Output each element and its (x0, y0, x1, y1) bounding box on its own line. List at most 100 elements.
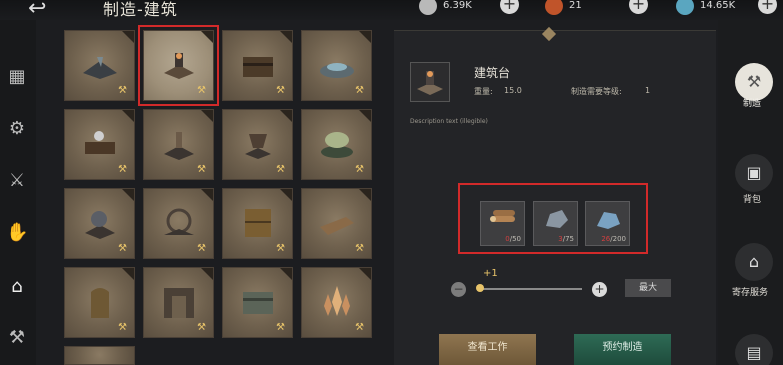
hammer-icon: ⚒ (746, 72, 762, 91)
cannon-icon (85, 211, 115, 239)
ore-icon (597, 212, 620, 229)
crate-icon (245, 209, 271, 237)
level-value: 1 (645, 86, 651, 95)
clipboard-icon: ▤ (746, 343, 762, 362)
hammer-icon: ⚒ (355, 322, 364, 333)
grid-icon[interactable]: ▦ (6, 66, 28, 88)
grid-item[interactable]: ⚒ (222, 188, 293, 259)
storage-icon: ⌂ (748, 252, 760, 271)
door-icon (91, 288, 109, 318)
corner-mark (201, 268, 213, 280)
hand-icon[interactable]: ✋ (6, 222, 28, 244)
material-count: 3/75 (558, 235, 574, 243)
grid-item[interactable]: ⚒ (222, 30, 293, 101)
gate-icon (164, 288, 194, 318)
back-arrow-icon[interactable]: ↩ (28, 0, 46, 21)
stand-icon (245, 134, 271, 159)
grid-item-partial[interactable] (64, 346, 135, 365)
grid-item[interactable]: ⚒ (222, 109, 293, 180)
corner-mark (359, 110, 371, 122)
crafting-icon[interactable]: ⚙ (6, 118, 28, 140)
hammer-icon: ⚒ (118, 85, 127, 96)
tool-icon[interactable]: ⚒ (6, 327, 28, 349)
grid-item[interactable]: ⚒ (143, 109, 214, 180)
corner-mark (122, 31, 134, 43)
stone-icon (546, 210, 568, 228)
flame-token-icon (545, 0, 563, 15)
hammer-icon: ⚒ (276, 85, 285, 96)
grid-item-selected[interactable]: ⚒ (138, 25, 219, 106)
plank-icon (320, 217, 354, 235)
menu-backpack[interactable]: ▣ (735, 154, 773, 192)
hammer-icon: ⚒ (355, 243, 364, 254)
quantity-slider[interactable] (478, 288, 582, 290)
resource-silver-value: 6.39K (443, 0, 472, 11)
hammer-icon: ⚒ (276, 322, 285, 333)
hammer-icon: ⚒ (355, 164, 364, 175)
hammer-icon: ⚒ (118, 322, 127, 333)
resource-flame: 21 + (545, 0, 648, 16)
decrease-button[interactable]: − (451, 282, 466, 297)
building-table-icon (164, 53, 194, 79)
resource-crystal-value: 14.65K (700, 0, 736, 11)
hammer-icon: ⚒ (118, 164, 127, 175)
panel-ornament (541, 26, 557, 42)
hammer-icon: ⚒ (276, 164, 285, 175)
corner-mark (280, 268, 292, 280)
grid-item[interactable]: ⚒ (64, 109, 135, 180)
weight-value: 15.0 (504, 86, 522, 95)
hammer-icon: ⚒ (118, 243, 127, 254)
corner-mark (201, 110, 213, 122)
corner-mark (359, 189, 371, 201)
corner-mark (122, 189, 134, 201)
weapon-icon[interactable]: ⚔ (6, 170, 28, 192)
menu-clipboard[interactable]: ▤ (735, 334, 773, 365)
corner-mark (122, 110, 134, 122)
corner-mark (280, 189, 292, 201)
view-work-button[interactable]: 查看工作 (439, 334, 536, 365)
menu-storage[interactable]: ⌂ (735, 243, 773, 281)
grid-item[interactable]: ⚒ (222, 267, 293, 338)
reserve-craft-button[interactable]: 预约制造 (574, 334, 671, 365)
max-button[interactable]: 最大 (625, 279, 671, 297)
building-table-icon (417, 71, 443, 95)
material-slot[interactable]: 0/50 (480, 201, 525, 246)
corner-mark (280, 110, 292, 122)
menu-craft-label: 制造 (743, 99, 762, 109)
material-slot[interactable]: 26/200 (585, 201, 630, 246)
crystal-cluster-icon (324, 286, 350, 316)
resource-crystal: 14.65K + (676, 0, 777, 16)
hammer-icon: ⚒ (197, 322, 206, 333)
hammer-icon: ⚒ (355, 85, 364, 96)
item-description: Description text (illegible) (410, 118, 488, 125)
grid-item[interactable]: ⚒ (143, 188, 214, 259)
selected-item-icon (410, 62, 450, 102)
hammer-icon: ⚒ (197, 164, 206, 175)
increase-button[interactable]: + (592, 282, 607, 297)
hammer-icon: ⚒ (276, 243, 285, 254)
left-sidebar: ▦ ⚙ ⚔ ✋ ⌂ ⚒ (0, 20, 36, 365)
grid-item[interactable]: ⚒ (64, 267, 135, 338)
grid-item[interactable]: ⚒ (301, 30, 372, 101)
page-title: 制造-建筑 (103, 0, 178, 19)
crystal-icon (676, 0, 694, 15)
corner-mark (122, 268, 134, 280)
fountain-icon (320, 63, 354, 78)
grid-item[interactable]: ⚒ (301, 188, 372, 259)
grid-item[interactable]: ⚒ (301, 267, 372, 338)
resource-flame-value: 21 (569, 0, 582, 11)
altar-icon (164, 132, 194, 160)
chest-icon (243, 57, 273, 77)
grid-item[interactable]: ⚒ (143, 267, 214, 338)
grid-item[interactable]: ⚒ (301, 109, 372, 180)
grid-item[interactable]: ⚒ (64, 188, 135, 259)
material-slot[interactable]: 3/75 (533, 201, 578, 246)
silver-coin-icon (419, 0, 437, 15)
building-icon[interactable]: ⌂ (6, 276, 28, 298)
hammer-icon: ⚒ (197, 85, 206, 96)
corner-mark (359, 31, 371, 43)
resource-silver: 6.39K + (419, 0, 519, 16)
menu-storage-label: 寄存服务 (732, 288, 769, 298)
grid-item[interactable]: ⚒ (64, 30, 135, 101)
slider-handle[interactable] (476, 284, 484, 292)
